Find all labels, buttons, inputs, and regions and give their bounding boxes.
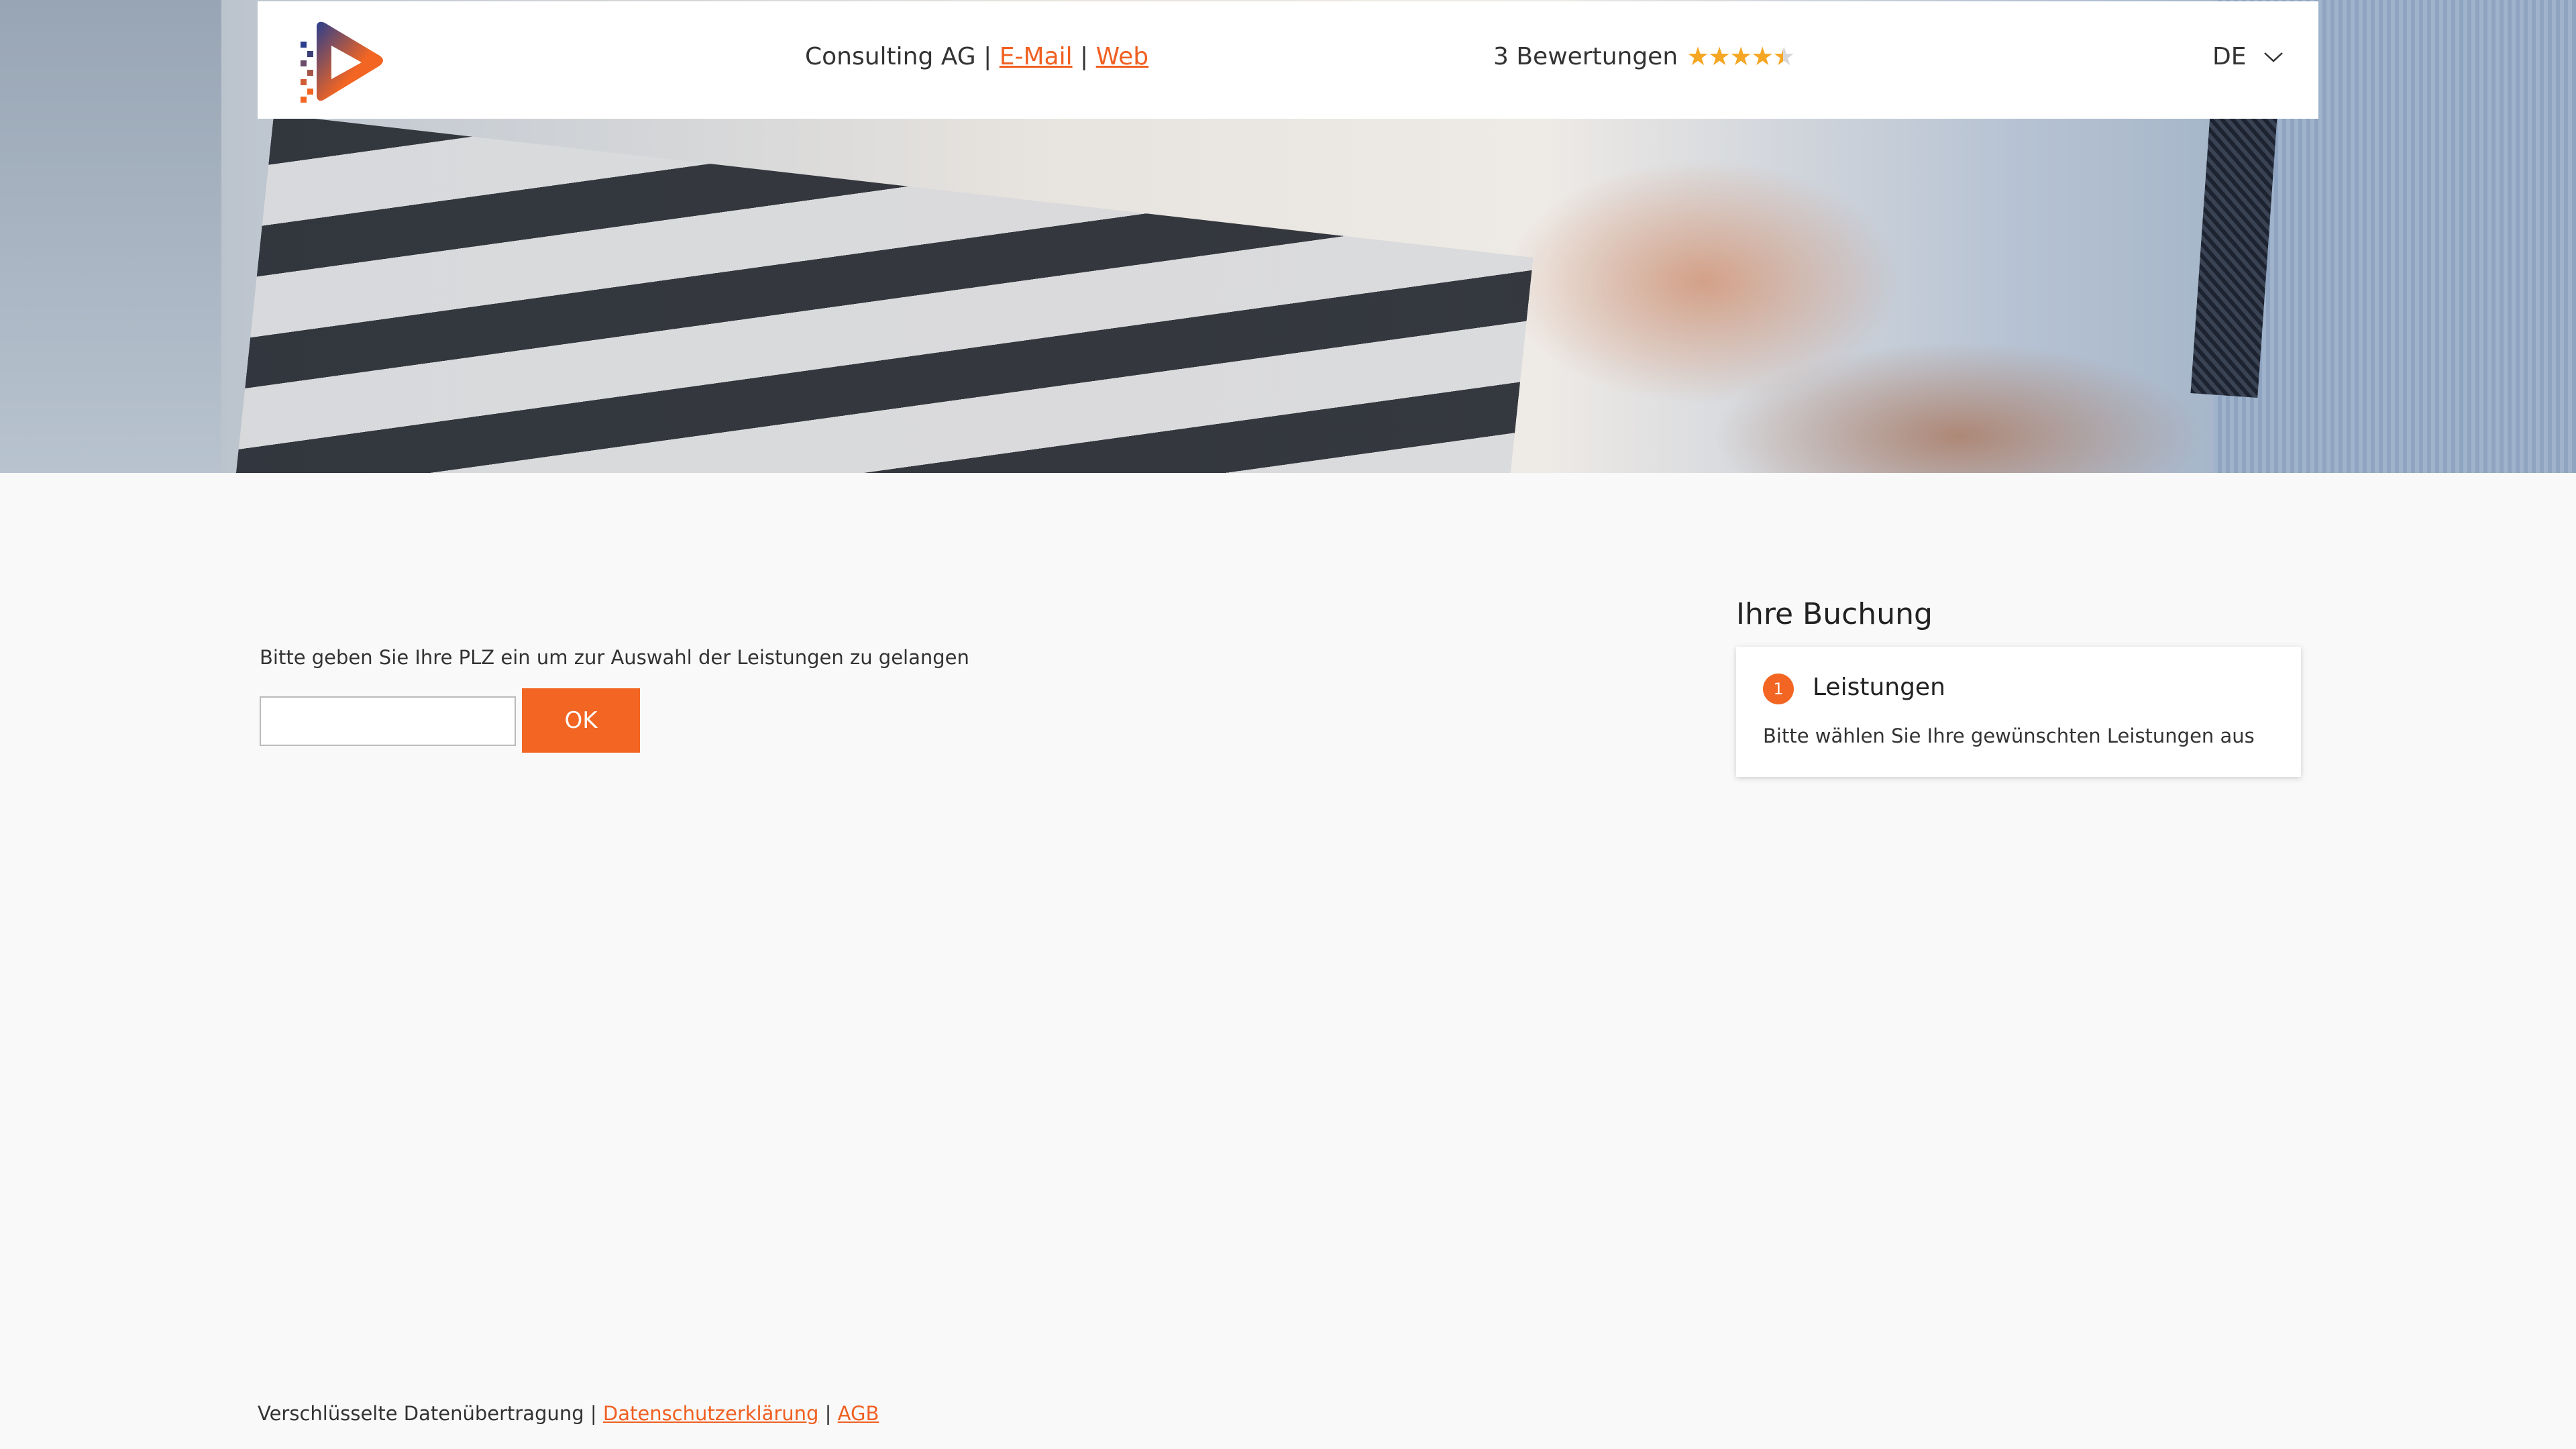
star-icon: ★: [1729, 42, 1752, 71]
privacy-link[interactable]: Datenschutzerklärung: [603, 1402, 819, 1425]
separator: |: [1080, 43, 1089, 70]
separator: |: [983, 43, 992, 70]
star-icon: ★: [1708, 42, 1731, 71]
star-icon: ★: [1751, 42, 1774, 71]
rating-stars: ★★★★★: [1686, 42, 1795, 71]
play-logo-icon[interactable]: [298, 19, 388, 106]
hero-shirt-left: [0, 0, 221, 473]
reviews-count[interactable]: 3 Bewertungen: [1493, 43, 1678, 70]
encrypted-note: Verschlüsselte Datenübertragung: [258, 1402, 584, 1425]
step-description: Bitte wählen Sie Ihre gewünschten Leistu…: [1763, 724, 2255, 747]
step-number-badge: 1: [1763, 674, 1794, 704]
plz-input[interactable]: [260, 696, 516, 746]
chevron-down-icon: [2264, 52, 2284, 62]
top-header: Consulting AG | E-Mail | Web 3 Bewertung…: [258, 1, 2318, 119]
language-label: DE: [2212, 43, 2247, 70]
step-title: Leistungen: [1813, 674, 1945, 701]
star-icon: ★: [1686, 42, 1709, 71]
booking-card: 1 Leistungen Bitte wählen Sie Ihre gewün…: [1736, 647, 2301, 777]
booking-title: Ihre Buchung: [1736, 597, 1933, 631]
plz-prompt: Bitte geben Sie Ihre PLZ ein um zur Ausw…: [260, 646, 969, 669]
ok-button[interactable]: OK: [522, 688, 640, 753]
terms-link[interactable]: AGB: [838, 1402, 879, 1425]
company-info: Consulting AG | E-Mail | Web: [805, 43, 1148, 70]
email-link[interactable]: E-Mail: [1000, 43, 1073, 70]
web-link[interactable]: Web: [1096, 43, 1149, 70]
separator: |: [824, 1402, 832, 1425]
company-name: Consulting AG: [805, 43, 976, 70]
language-selector[interactable]: DE: [2212, 43, 2284, 70]
hero-striped-sweater: [236, 114, 1548, 473]
separator: |: [590, 1402, 597, 1425]
star-half-icon: ★: [1772, 42, 1795, 71]
footer: Verschlüsselte Datenübertragung | Datens…: [258, 1402, 879, 1425]
